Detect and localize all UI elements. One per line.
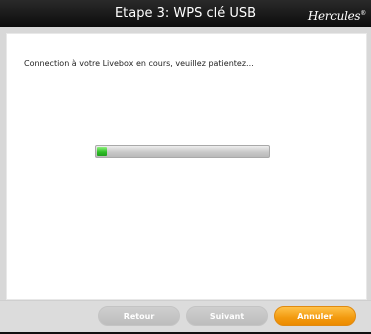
back-button[interactable]: Retour	[98, 306, 180, 326]
content-panel	[6, 33, 367, 300]
brand-name: Hercules	[307, 9, 361, 23]
next-button[interactable]: Suivant	[186, 306, 268, 326]
progress-bar	[95, 145, 270, 158]
status-message: Connection à votre Livebox en cours, veu…	[24, 59, 254, 68]
progress-fill	[97, 147, 107, 156]
brand-registered-mark: ®	[360, 10, 366, 17]
cancel-button[interactable]: Annuler	[274, 306, 356, 326]
wizard-window: Etape 3: WPS clé USB Hercules® Connectio…	[0, 0, 371, 334]
title-bar: Etape 3: WPS clé USB Hercules®	[0, 0, 371, 27]
brand-logo: Hercules®	[308, 5, 366, 23]
